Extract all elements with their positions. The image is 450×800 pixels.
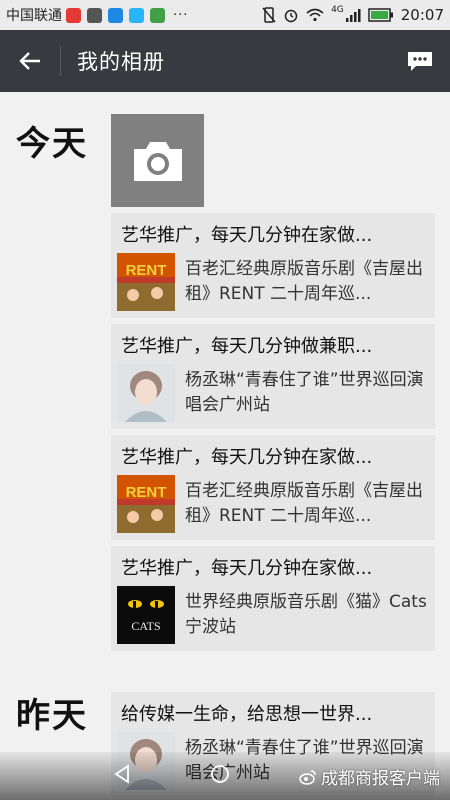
messages-button[interactable] <box>390 30 450 92</box>
post-thumbnail <box>117 364 175 422</box>
rent-poster-image: RENT <box>117 253 175 311</box>
post-title: 艺华推广，每天几分钟在家做... <box>121 225 373 246</box>
vibrate-icon <box>262 7 276 23</box>
post-card[interactable]: 艺华推广，每天几分钟在家做... RENT 百老汇经典原版音乐剧《吉屋出租》RE… <box>111 213 435 318</box>
alarm-icon <box>284 9 298 23</box>
back-button[interactable] <box>0 30 60 92</box>
watermark-text: 成都商报客户端 <box>321 769 440 789</box>
weibo-logo-icon <box>299 769 316 785</box>
gallery-notification-icon <box>87 7 102 23</box>
status-bar: 中国联通 ··· 4G 20:07 <box>0 0 450 30</box>
portrait-image <box>117 364 175 422</box>
network-type: 4G <box>331 5 344 15</box>
clock: 20:07 <box>400 6 444 24</box>
svg-text:CATS: CATS <box>131 619 160 633</box>
camera-icon <box>133 141 182 181</box>
wechat-notification-icon <box>150 7 165 23</box>
nav-home-button[interactable] <box>210 764 230 788</box>
triangle-back-icon <box>114 764 129 784</box>
post-card[interactable]: 艺华推广，每天几分钟做兼职... 杨丞琳“青春住了谁”世界巡回演唱会广州站 <box>111 324 435 429</box>
post-card[interactable]: 艺华推广，每天几分钟在家做... RENT 百老汇经典原版音乐剧《吉屋出租》RE… <box>111 435 435 540</box>
add-photo-button[interactable] <box>111 114 204 207</box>
post-thumbnail: RENT <box>117 253 175 311</box>
post-thumbnail: RENT <box>117 475 175 533</box>
post-card[interactable]: 艺华推广，每天几分钟在家做... CATS 世界经典原版音乐剧《猫》Cats 宁… <box>111 546 435 651</box>
post-title: 艺华推广，每天几分钟在家做... <box>121 558 373 579</box>
nav-back-button[interactable] <box>112 764 132 788</box>
message-notification-icon <box>108 7 123 23</box>
post-title: 给传媒一生命，给思想一世界... <box>121 704 373 725</box>
post-title: 艺华推广，每天几分钟在家做... <box>121 447 373 468</box>
post-thumbnail: CATS <box>117 586 175 644</box>
day-label-yesterday: 昨天 <box>16 696 88 736</box>
svg-text:RENT: RENT <box>126 262 167 279</box>
message-bubble-icon <box>408 52 432 71</box>
page-title: 我的相册 <box>77 50 165 74</box>
system-nav-bar: 成都商报客户端 <box>0 752 450 800</box>
arrow-left-icon <box>19 52 40 70</box>
signal-icon <box>345 9 361 22</box>
carrier-label: 中国联通 <box>6 8 62 24</box>
cats-poster-image: CATS <box>117 586 175 644</box>
title-bar: 我的相册 <box>0 30 450 92</box>
post-subtitle: 百老汇经典原版音乐剧《吉屋出租》RENT 二十周年巡... <box>185 481 423 526</box>
watermark: 成都商报客户端 <box>299 764 440 789</box>
post-subtitle: 百老汇经典原版音乐剧《吉屋出租》RENT 二十周年巡... <box>185 259 423 304</box>
svg-text:RENT: RENT <box>126 484 167 501</box>
more-notifications: ··· <box>173 7 189 23</box>
title-divider <box>60 46 61 76</box>
post-subtitle: 杨丞琳“青春住了谁”世界巡回演唱会广州站 <box>185 370 424 415</box>
wifi-icon <box>306 8 324 22</box>
battery-icon <box>368 8 393 22</box>
album-feed[interactable]: 今天 艺华推广，每天几分钟在家做... RENT 百老汇经典原版音乐剧《吉屋出租… <box>0 92 450 800</box>
circle-home-icon <box>211 765 229 783</box>
send-notification-icon <box>129 7 144 23</box>
post-title: 艺华推广，每天几分钟做兼职... <box>121 336 373 357</box>
app-notification-icon <box>66 7 81 23</box>
post-subtitle: 世界经典原版音乐剧《猫》Cats 宁波站 <box>185 592 427 637</box>
rent-poster-image: RENT <box>117 475 175 533</box>
day-label-today: 今天 <box>16 124 88 164</box>
